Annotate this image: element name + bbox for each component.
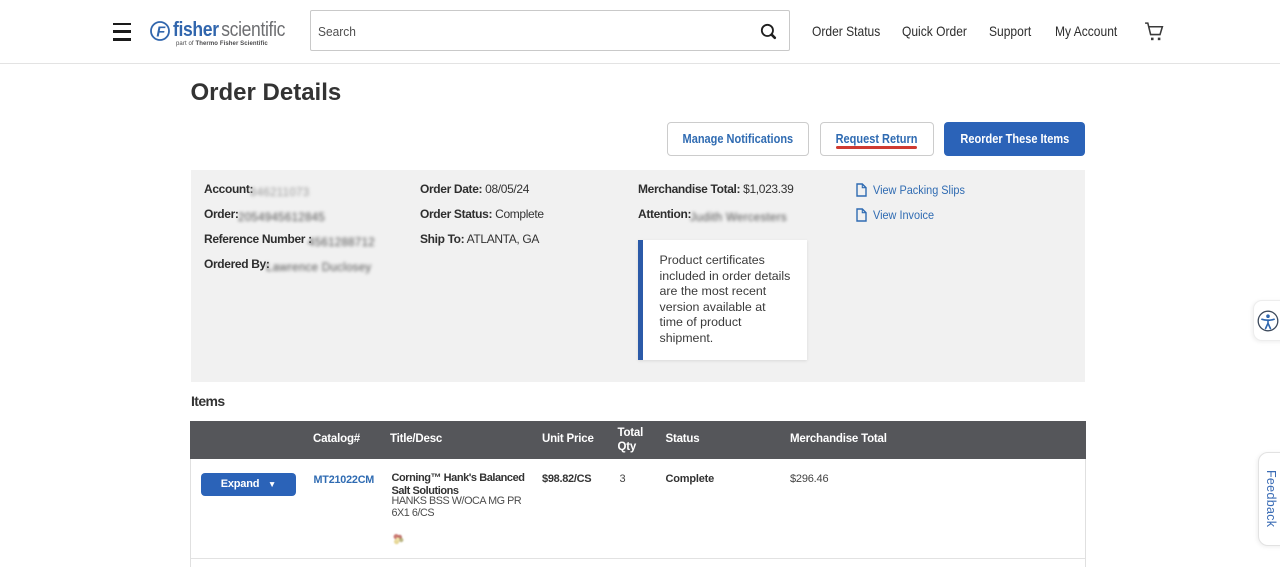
svg-text:F: F (156, 24, 166, 40)
